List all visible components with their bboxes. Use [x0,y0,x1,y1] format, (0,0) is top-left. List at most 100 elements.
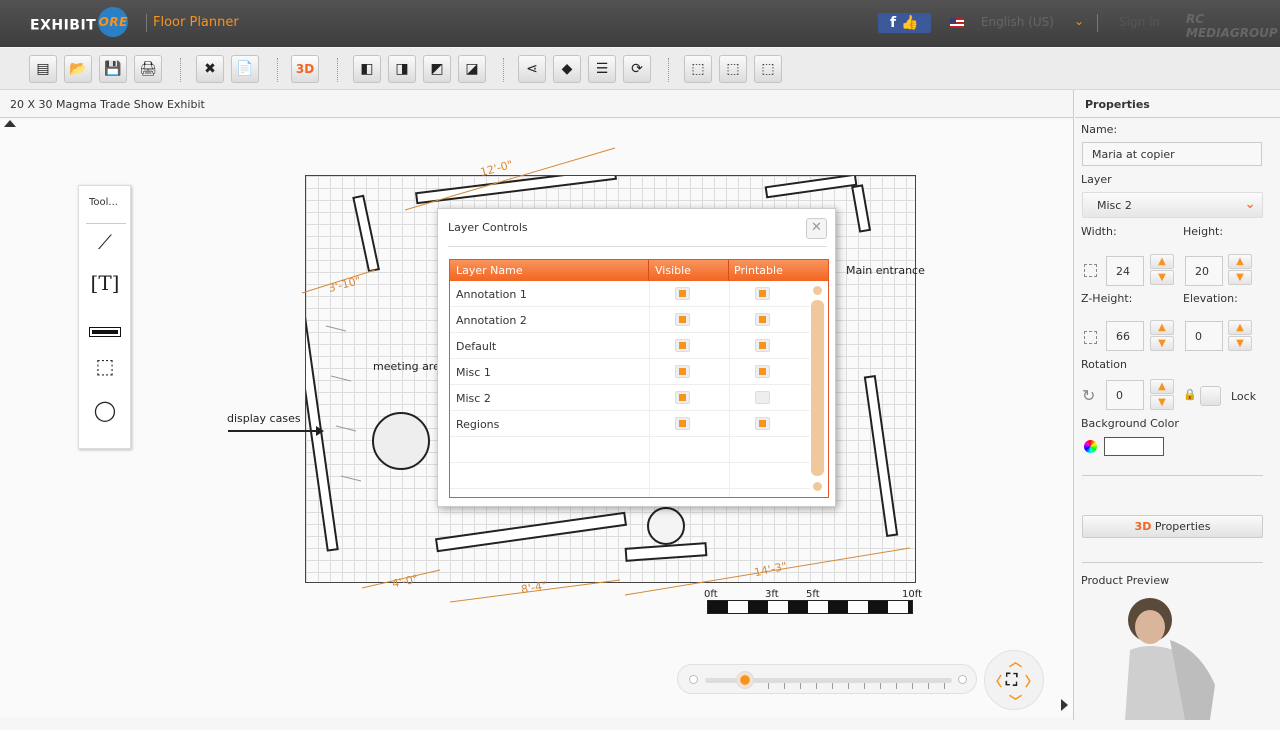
name-field[interactable]: Maria at copier [1082,142,1262,166]
share-button[interactable]: ⋖ [518,55,546,83]
sign-in-link[interactable]: Sign In [1119,15,1160,29]
layer-row[interactable]: Annotation 2 [450,307,810,333]
product-name: Floor Planner [153,15,239,30]
scale-10-label: 10ft [902,589,922,600]
layer-grid-scrollbar[interactable] [811,286,824,491]
view-3d-button[interactable]: 3D [291,55,319,83]
rotation-stepper[interactable]: ▲ ▼ [1148,379,1176,411]
elevation-field[interactable]: 0 [1185,321,1223,351]
printable-checkbox[interactable] [755,313,770,326]
main-toolbar: ▤ 📂 💾 🖨 ✖ 📄 3D ◧ ◨ ◩ ◪ ⋖ ◆ ☰ ⟳ ⬚ ⬚ ⬚ [0,48,1280,90]
visible-checkbox[interactable] [675,339,690,352]
bring-front-icon: ◧ [360,61,374,77]
close-button[interactable]: ✕ [806,218,827,239]
text-tool-icon[interactable]: [T] [89,271,121,301]
save-button[interactable]: 💾 [99,55,127,83]
fit-screen-icon[interactable]: ⛶ [1006,670,1017,690]
collapse-up-icon[interactable] [4,120,16,127]
zheight-field[interactable]: 66 [1106,321,1144,351]
col-printable[interactable]: Printable [734,264,783,277]
zoom-slider[interactable] [677,664,977,694]
delete-button[interactable]: ✖ [196,55,224,83]
layer-row[interactable]: Default [450,333,810,359]
height-field[interactable]: 20 [1185,256,1223,286]
refresh-button[interactable]: ⟳ [623,55,651,83]
layer-row[interactable]: Misc 1 [450,359,810,385]
us-flag-icon [950,18,964,28]
measure-tool-icon[interactable]: ⟋ [89,230,121,260]
tools-label: Tool... [89,197,118,208]
layers-button[interactable]: ◆ [553,55,581,83]
background-color-field[interactable] [1104,437,1164,456]
width-field[interactable]: 24 [1106,256,1144,286]
lock-label: Lock [1231,390,1257,403]
col-visible[interactable]: Visible [655,264,691,277]
open-button[interactable]: 📂 [64,55,92,83]
3d-properties-button[interactable]: 3D Properties [1082,515,1263,538]
printer-icon: 🖨 [139,61,157,77]
height-stepper[interactable]: ▲ ▼ [1226,254,1254,286]
height-label: Height: [1183,225,1224,238]
pan-right-icon[interactable]: 〉 [1025,671,1038,690]
printable-checkbox[interactable] [755,417,770,430]
wall-tool-icon[interactable] [89,318,121,348]
zoom-slider-thumb[interactable] [736,671,754,689]
menu-icon: ☰ [595,61,609,77]
col-layer-name[interactable]: Layer Name [456,264,523,277]
close-icon: ✕ [811,220,822,235]
chevron-down-icon[interactable]: ⌄ [1074,14,1084,28]
group-button[interactable]: ⬚ [719,55,747,83]
main-entrance-label: Main entrance [846,264,925,277]
bring-forward-button[interactable]: ◨ [388,55,416,83]
product-preview-label: Product Preview [1081,574,1170,587]
printable-checkbox[interactable] [755,287,770,300]
pan-up-icon[interactable]: ︿ [1009,651,1022,670]
product-preview-image [1115,595,1245,720]
circle-tool-icon[interactable]: ◯ [89,398,121,428]
select-all-button[interactable]: ⬚ [684,55,712,83]
visible-checkbox[interactable] [675,417,690,430]
width-stepper[interactable]: ▲ ▼ [1148,254,1176,286]
send-to-back-button[interactable]: ◪ [458,55,486,83]
pan-left-icon[interactable]: 〈 [989,671,1002,690]
empty-layer-row [450,437,810,463]
top-bar: EXHIBIT ORE Floor Planner f 👍 English (US… [0,0,1280,47]
visible-checkbox[interactable] [675,313,690,326]
print-button[interactable]: 🖨 [134,55,162,83]
layer-select[interactable]: Misc 2 ⌄ [1082,192,1263,218]
language-select[interactable]: English (US) [981,15,1054,29]
lock-checkbox[interactable] [1200,386,1221,406]
expand-right-icon[interactable] [1061,699,1068,711]
rotation-label: Rotation [1081,358,1128,371]
list-button[interactable]: ☰ [588,55,616,83]
bring-to-front-button[interactable]: ◧ [353,55,381,83]
zoom-out-icon[interactable] [689,675,698,684]
pan-down-icon[interactable]: ﹀ [1009,691,1022,710]
new-file-button[interactable]: ▤ [29,55,57,83]
rotation-field[interactable]: 0 [1106,380,1144,410]
polygon-tool-icon[interactable]: ⬚ [89,354,121,384]
elevation-stepper[interactable]: ▲ ▼ [1226,320,1254,352]
layer-row[interactable]: Regions [450,411,810,437]
pan-control[interactable]: ︿ 〈 〉 ﹀ ⛶ [984,650,1044,710]
scale-5-label: 5ft [806,589,820,600]
layer-row[interactable]: Misc 2 [450,385,810,411]
properties-title: Properties [1085,98,1150,111]
marquee-select-button[interactable]: ⬚ [754,55,782,83]
copy-button[interactable]: 📄 [231,55,259,83]
zheight-stepper[interactable]: ▲ ▼ [1148,320,1176,352]
facebook-like-button[interactable]: f 👍 [878,13,931,33]
visible-checkbox[interactable] [675,365,690,378]
send-backward-button[interactable]: ◩ [423,55,451,83]
printable-checkbox[interactable] [755,365,770,378]
layer-row[interactable]: Annotation 1 [450,281,810,307]
color-wheel-icon[interactable] [1084,440,1097,453]
scale-3-label: 3ft [765,589,779,600]
zoom-in-icon[interactable] [958,675,967,684]
layer-select-value: Misc 2 [1097,199,1132,212]
visible-checkbox[interactable] [675,391,690,404]
scale-bar [707,600,913,614]
printable-checkbox[interactable] [755,339,770,352]
printable-checkbox[interactable] [755,391,770,404]
visible-checkbox[interactable] [675,287,690,300]
